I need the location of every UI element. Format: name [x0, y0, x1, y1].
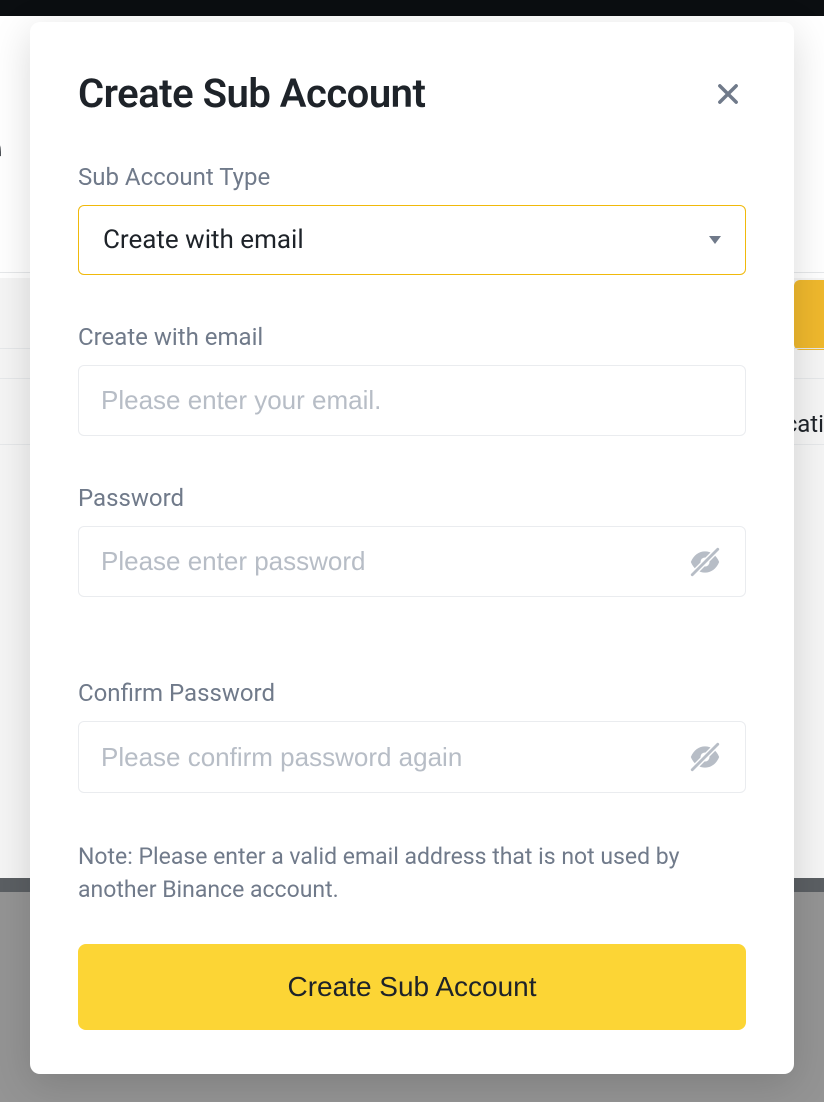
email-label: Create with email	[78, 323, 746, 351]
password-input-wrapper	[78, 526, 746, 597]
select-value: Create with email	[103, 225, 304, 255]
confirm-password-label: Confirm Password	[78, 679, 746, 707]
close-button[interactable]	[710, 76, 746, 112]
modal-title: Create Sub Account	[78, 70, 425, 117]
toggle-confirm-password-visibility[interactable]	[687, 739, 723, 775]
note-text: Note: Please enter a valid email address…	[78, 841, 746, 906]
create-sub-account-modal: Create Sub Account Sub Account Type Crea…	[30, 22, 794, 1074]
modal-header: Create Sub Account	[78, 70, 746, 117]
email-input-wrapper	[78, 365, 746, 436]
bg-button-fragment	[794, 280, 824, 350]
confirm-password-input-wrapper	[78, 721, 746, 792]
chevron-down-icon	[709, 236, 721, 244]
eye-off-icon	[688, 545, 722, 579]
create-sub-account-button[interactable]: Create Sub Account	[78, 944, 746, 1030]
toggle-password-visibility[interactable]	[687, 544, 723, 580]
confirm-password-input[interactable]	[101, 742, 687, 773]
email-input[interactable]	[101, 385, 723, 416]
close-icon	[714, 80, 742, 108]
eye-off-icon	[688, 740, 722, 774]
password-input[interactable]	[101, 546, 687, 577]
sub-account-type-label: Sub Account Type	[78, 163, 746, 191]
bg-stripe	[0, 0, 824, 16]
bg-text-fragment: e	[0, 100, 3, 194]
sub-account-type-select[interactable]: Create with email	[78, 205, 746, 275]
password-label: Password	[78, 484, 746, 512]
